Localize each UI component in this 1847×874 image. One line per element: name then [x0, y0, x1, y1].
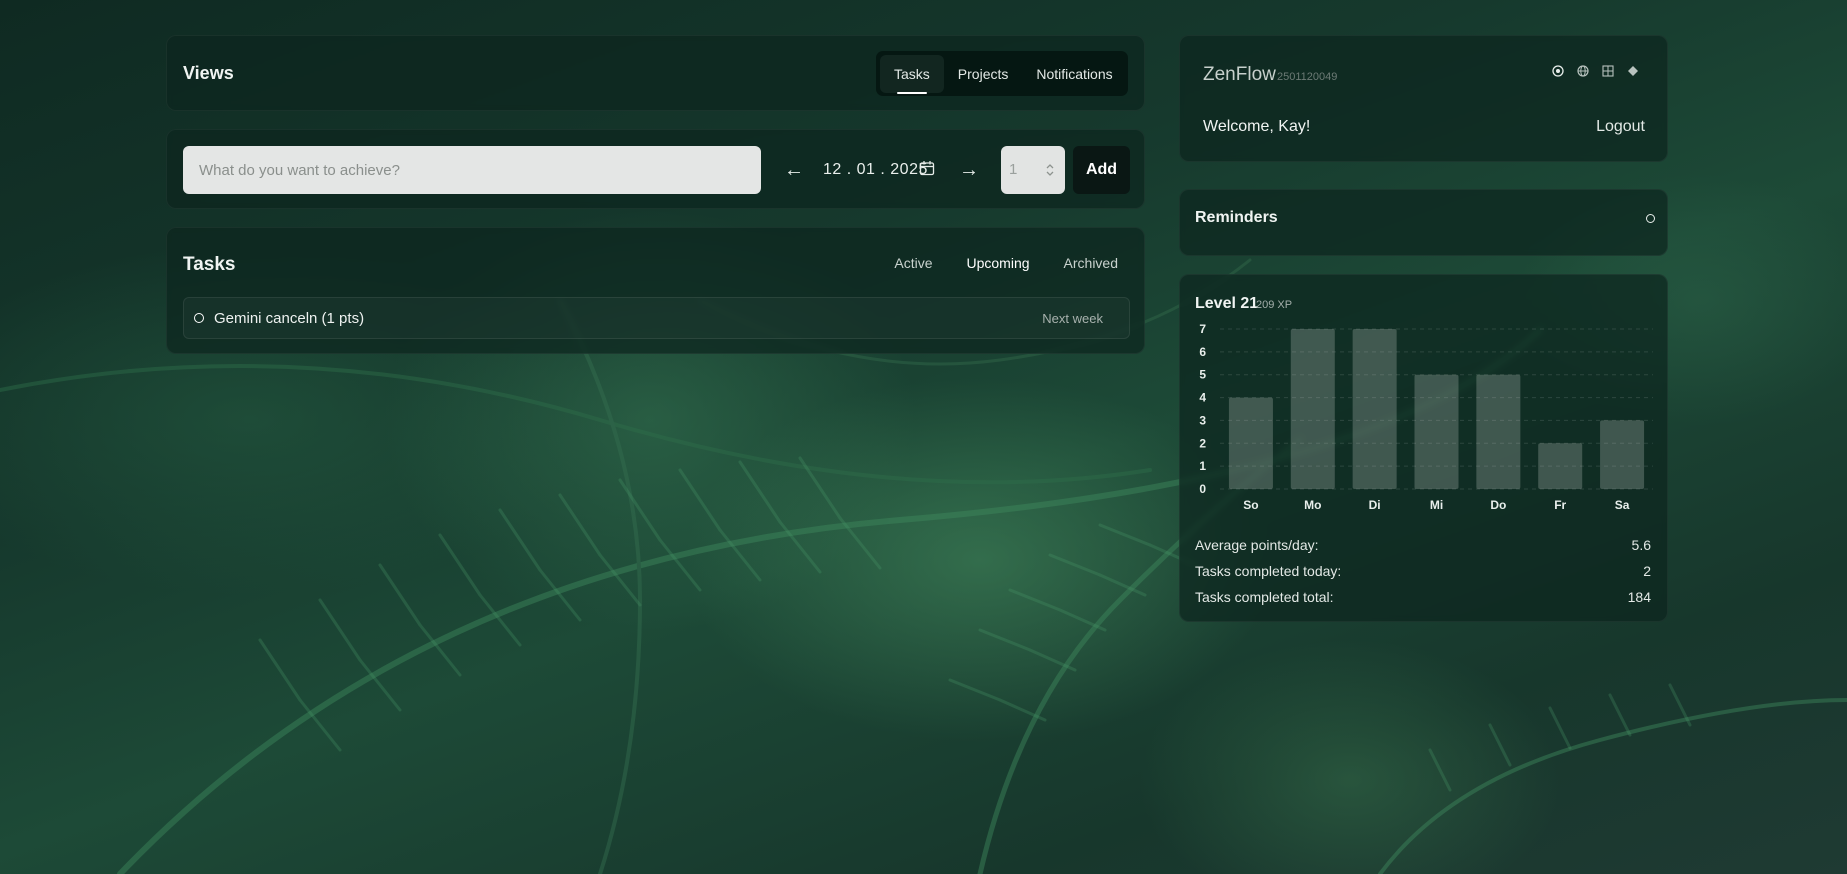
stat-value: 2: [1643, 563, 1651, 579]
tab-tasks[interactable]: Tasks: [880, 54, 944, 94]
stats-panel: Level 21 209 XP 0 1 2 3 4 5 6 7 So Mo Di Mi Do Fr Sa A…: [1179, 274, 1668, 622]
y-tick-label: 3: [1199, 413, 1206, 427]
bar[interactable]: [1600, 420, 1645, 489]
stepper-arrows-icon[interactable]: [1045, 162, 1055, 178]
reminders-toggle-icon[interactable]: [1646, 214, 1655, 223]
app-brand: ZenFlow: [1203, 64, 1276, 85]
x-tick-label: Fr: [1554, 498, 1566, 512]
task-due: Next week: [1042, 311, 1103, 326]
y-tick-label: 4: [1199, 391, 1206, 405]
task-entry-panel: ← 12 . 01 . 2025 → 1 Add: [166, 129, 1145, 209]
y-tick-label: 1: [1199, 459, 1206, 473]
views-title: Views: [183, 63, 234, 83]
bar[interactable]: [1290, 329, 1335, 489]
date-display[interactable]: 12 . 01 . 2025: [823, 161, 928, 179]
tasks-title: Tasks: [183, 254, 236, 275]
bar[interactable]: [1414, 374, 1459, 489]
y-tick-label: 0: [1199, 482, 1206, 496]
stat-label: Average points/day:: [1195, 537, 1319, 553]
bar[interactable]: [1352, 329, 1397, 489]
stat-row-total: Tasks completed total: 184: [1195, 589, 1651, 605]
globe-icon[interactable]: [1577, 65, 1589, 77]
y-tick-label: 6: [1199, 345, 1206, 359]
tasks-panel: Tasks Active Upcoming Archived Gemini ca…: [166, 227, 1145, 354]
bar[interactable]: [1476, 374, 1521, 489]
reminders-title: Reminders: [1195, 209, 1278, 226]
add-button[interactable]: Add: [1073, 146, 1130, 194]
x-tick-label: Di: [1369, 498, 1381, 512]
stat-label: Tasks completed total:: [1195, 589, 1334, 605]
xp-label: 209 XP: [1256, 299, 1293, 311]
build-number: 2501120049: [1277, 71, 1338, 83]
y-tick-label: 5: [1199, 368, 1206, 382]
tab-notifications[interactable]: Notifications: [1022, 66, 1126, 82]
task-row[interactable]: Gemini canceln (1 pts) Next week: [183, 297, 1130, 339]
stat-label: Tasks completed today:: [1195, 563, 1342, 579]
arrow-right-icon[interactable]: →: [959, 159, 979, 182]
stat-row-today: Tasks completed today: 2: [1195, 563, 1651, 579]
y-tick-label: 7: [1199, 322, 1206, 336]
logout-link[interactable]: Logout: [1596, 118, 1645, 136]
account-panel: ZenFlow 2501120049 Welcome, Kay! Logout: [1179, 35, 1668, 162]
tab-projects[interactable]: Projects: [944, 66, 1023, 82]
points-chart: 0 1 2 3 4 5 6 7 So Mo Di Mi Do Fr Sa: [1199, 322, 1653, 512]
bar[interactable]: [1228, 397, 1273, 489]
views-panel: Views Tasks Projects Notifications: [166, 35, 1145, 111]
stat-value: 184: [1627, 589, 1651, 605]
points-stepper[interactable]: 1: [1001, 146, 1065, 194]
y-tick-label: 2: [1199, 436, 1206, 450]
points-value: 1: [1009, 161, 1018, 178]
x-tick-label: Sa: [1615, 498, 1630, 512]
grid-icon[interactable]: [1602, 65, 1614, 77]
task-checkbox[interactable]: [194, 313, 204, 323]
view-tabs: Tasks Projects Notifications: [876, 51, 1128, 96]
reminders-panel: Reminders: [1179, 189, 1668, 256]
bar[interactable]: [1538, 443, 1583, 489]
arrow-left-icon[interactable]: ←: [784, 159, 804, 182]
filter-archived[interactable]: Archived: [1064, 255, 1118, 271]
filter-upcoming[interactable]: Upcoming: [967, 255, 1030, 271]
stat-value: 5.6: [1631, 537, 1651, 553]
x-tick-label: Mi: [1430, 498, 1443, 512]
x-tick-label: So: [1243, 498, 1258, 512]
stat-row-average: Average points/day: 5.6: [1195, 537, 1651, 553]
task-filters: Active Upcoming Archived: [894, 255, 1118, 271]
task-input[interactable]: [183, 146, 761, 194]
target-icon[interactable]: [1552, 65, 1564, 77]
filter-active[interactable]: Active: [894, 255, 932, 271]
level-label: Level 21: [1195, 295, 1259, 312]
welcome-text: Welcome, Kay!: [1203, 118, 1311, 135]
diamond-icon[interactable]: [1627, 65, 1639, 77]
x-tick-label: Mo: [1304, 498, 1321, 512]
task-label: Gemini canceln (1 pts): [214, 310, 365, 327]
calendar-icon[interactable]: [919, 160, 935, 176]
x-tick-label: Do: [1490, 498, 1506, 512]
theme-switcher: [1552, 65, 1639, 77]
